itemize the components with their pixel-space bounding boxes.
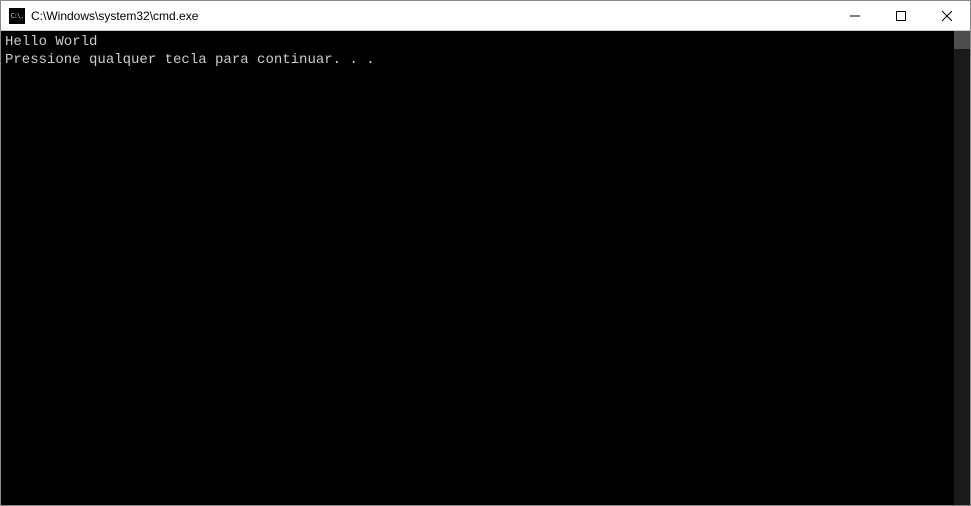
titlebar[interactable]: C:\. C:\Windows\system32\cmd.exe <box>1 1 970 31</box>
minimize-icon <box>850 11 860 21</box>
window-title: C:\Windows\system32\cmd.exe <box>31 9 198 23</box>
cmd-window: C:\. C:\Windows\system32\cmd.exe <box>0 0 971 506</box>
maximize-button[interactable] <box>878 1 924 30</box>
close-button[interactable] <box>924 1 970 30</box>
cmd-icon: C:\. <box>9 8 25 24</box>
minimize-button[interactable] <box>832 1 878 30</box>
scrollbar-thumb[interactable] <box>954 31 970 49</box>
terminal-line: Hello World <box>5 33 966 51</box>
close-icon <box>942 11 952 21</box>
maximize-icon <box>896 11 906 21</box>
terminal-area[interactable]: Hello World Pressione qualquer tecla par… <box>1 31 970 505</box>
window-controls <box>832 1 970 30</box>
terminal-line: Pressione qualquer tecla para continuar.… <box>5 51 966 69</box>
cmd-icon-text: C:\. <box>11 12 24 20</box>
vertical-scrollbar[interactable] <box>954 31 970 505</box>
